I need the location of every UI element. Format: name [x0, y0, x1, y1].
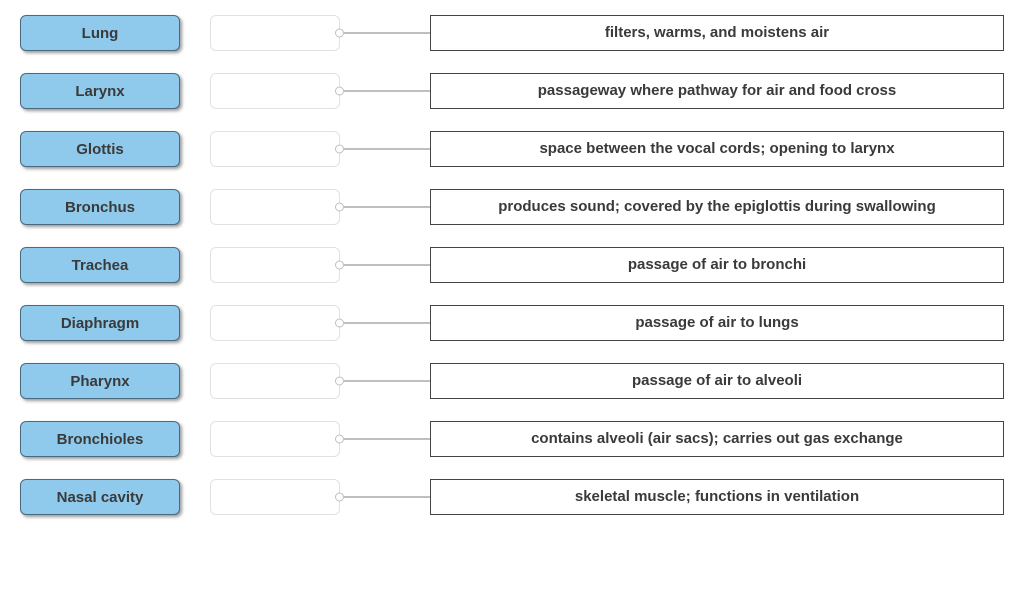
drop-zone[interactable]: [210, 247, 340, 283]
term-tile[interactable]: Diaphragm: [20, 305, 180, 341]
connector-line-icon: [344, 90, 430, 92]
term-tile[interactable]: Larynx: [20, 73, 180, 109]
drop-zone[interactable]: [210, 189, 340, 225]
connector-line-icon: [344, 496, 430, 498]
connector-dot-icon: [335, 435, 344, 444]
connector-line-icon: [344, 380, 430, 382]
connector: [340, 131, 430, 167]
match-row: Diaphragm passage of air to lungs: [20, 305, 1004, 341]
drop-zone[interactable]: [210, 421, 340, 457]
connector-line-icon: [344, 322, 430, 324]
term-tile[interactable]: Glottis: [20, 131, 180, 167]
definition-box: produces sound; covered by the epiglotti…: [430, 189, 1004, 225]
match-row: Lung filters, warms, and moistens air: [20, 15, 1004, 51]
definition-box: space between the vocal cords; opening t…: [430, 131, 1004, 167]
term-tile[interactable]: Trachea: [20, 247, 180, 283]
definition-box: passage of air to lungs: [430, 305, 1004, 341]
definition-box: contains alveoli (air sacs); carries out…: [430, 421, 1004, 457]
connector-dot-icon: [335, 261, 344, 270]
drop-zone[interactable]: [210, 305, 340, 341]
connector-dot-icon: [335, 145, 344, 154]
connector: [340, 363, 430, 399]
term-tile[interactable]: Nasal cavity: [20, 479, 180, 515]
match-row: Bronchioles contains alveoli (air sacs); …: [20, 421, 1004, 457]
definition-box: passage of air to alveoli: [430, 363, 1004, 399]
drop-zone[interactable]: [210, 15, 340, 51]
term-tile[interactable]: Bronchus: [20, 189, 180, 225]
connector-line-icon: [344, 206, 430, 208]
drop-zone[interactable]: [210, 363, 340, 399]
connector: [340, 189, 430, 225]
matching-exercise: Lung filters, warms, and moistens air Lary…: [20, 15, 1004, 515]
match-row: Trachea passage of air to bronchi: [20, 247, 1004, 283]
connector-line-icon: [344, 264, 430, 266]
definition-box: skeletal muscle; functions in ventilatio…: [430, 479, 1004, 515]
term-tile[interactable]: Lung: [20, 15, 180, 51]
match-row: Pharynx passage of air to alveoli: [20, 363, 1004, 399]
connector: [340, 15, 430, 51]
connector: [340, 247, 430, 283]
connector-dot-icon: [335, 319, 344, 328]
term-tile[interactable]: Pharynx: [20, 363, 180, 399]
connector-dot-icon: [335, 377, 344, 386]
term-tile[interactable]: Bronchioles: [20, 421, 180, 457]
connector: [340, 479, 430, 515]
connector-dot-icon: [335, 29, 344, 38]
match-row: Nasal cavity skeletal muscle; functions i…: [20, 479, 1004, 515]
connector: [340, 305, 430, 341]
match-row: Glottis space between the vocal cords; op…: [20, 131, 1004, 167]
definition-box: passageway where pathway for air and foo…: [430, 73, 1004, 109]
drop-zone[interactable]: [210, 131, 340, 167]
connector: [340, 73, 430, 109]
match-row: Larynx passageway where pathway for air a…: [20, 73, 1004, 109]
definition-box: passage of air to bronchi: [430, 247, 1004, 283]
connector: [340, 421, 430, 457]
connector-dot-icon: [335, 203, 344, 212]
drop-zone[interactable]: [210, 479, 340, 515]
connector-dot-icon: [335, 493, 344, 502]
connector-line-icon: [344, 438, 430, 440]
match-row: Bronchus produces sound; covered by the e…: [20, 189, 1004, 225]
drop-zone[interactable]: [210, 73, 340, 109]
connector-dot-icon: [335, 87, 344, 96]
definition-box: filters, warms, and moistens air: [430, 15, 1004, 51]
connector-line-icon: [344, 32, 430, 34]
connector-line-icon: [344, 148, 430, 150]
